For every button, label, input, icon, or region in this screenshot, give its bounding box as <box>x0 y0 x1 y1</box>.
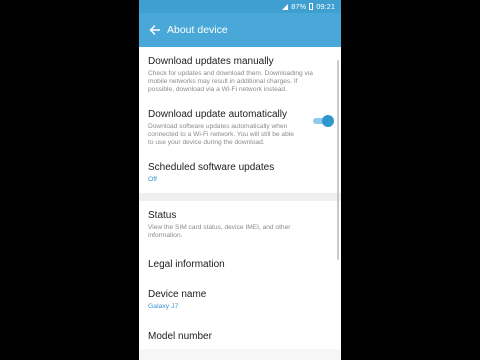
battery-level: 87% <box>291 2 307 11</box>
item-title: Status <box>148 210 177 221</box>
legal-information-item[interactable]: Legal information <box>139 246 341 281</box>
model-number-item[interactable]: Model number <box>139 317 341 349</box>
signal-icon <box>282 3 289 10</box>
toggle-thumb <box>322 115 334 127</box>
scheduled-software-updates-item[interactable]: Scheduled software updates Off <box>139 153 341 193</box>
settings-list: Download updates manually Check for upda… <box>139 47 341 349</box>
section-divider <box>139 193 341 201</box>
item-title: Scheduled software updates <box>148 162 275 173</box>
item-description: View the SIM card status, device IMEI, a… <box>148 224 291 239</box>
arrow-left-icon <box>149 25 160 35</box>
back-button[interactable] <box>143 13 165 47</box>
download-update-automatically-item[interactable]: Download update automatically Download s… <box>139 100 341 153</box>
item-value: Off <box>148 176 157 183</box>
item-title: Device name <box>148 289 207 300</box>
battery-icon <box>309 3 314 10</box>
device-name-item[interactable]: Device name Galaxy J7 <box>139 281 341 317</box>
status-bar: 87% 09:21 <box>139 0 341 13</box>
item-value: Galaxy J7 <box>148 303 179 310</box>
item-title: Download update automatically <box>148 109 287 120</box>
page-title: About device <box>167 24 228 36</box>
scrollbar[interactable] <box>337 60 339 260</box>
item-description: Download software updates automatically … <box>148 123 294 146</box>
software-update-section: Download updates manually Check for upda… <box>139 47 341 193</box>
auto-update-toggle[interactable] <box>313 115 334 127</box>
device-info-section: Status View the SIM card status, device … <box>139 201 341 349</box>
item-title: Download updates manually <box>148 56 274 67</box>
item-description: Check for updates and download them. Dow… <box>148 70 313 93</box>
item-title: Legal information <box>148 259 225 270</box>
app-bar: About device <box>139 13 341 47</box>
item-title: Model number <box>148 331 212 342</box>
phone-screen: 87% 09:21 About device Download updates … <box>139 0 341 360</box>
clock: 09:21 <box>316 2 335 11</box>
download-updates-manually-item[interactable]: Download updates manually Check for upda… <box>139 47 341 100</box>
status-item[interactable]: Status View the SIM card status, device … <box>139 201 341 246</box>
